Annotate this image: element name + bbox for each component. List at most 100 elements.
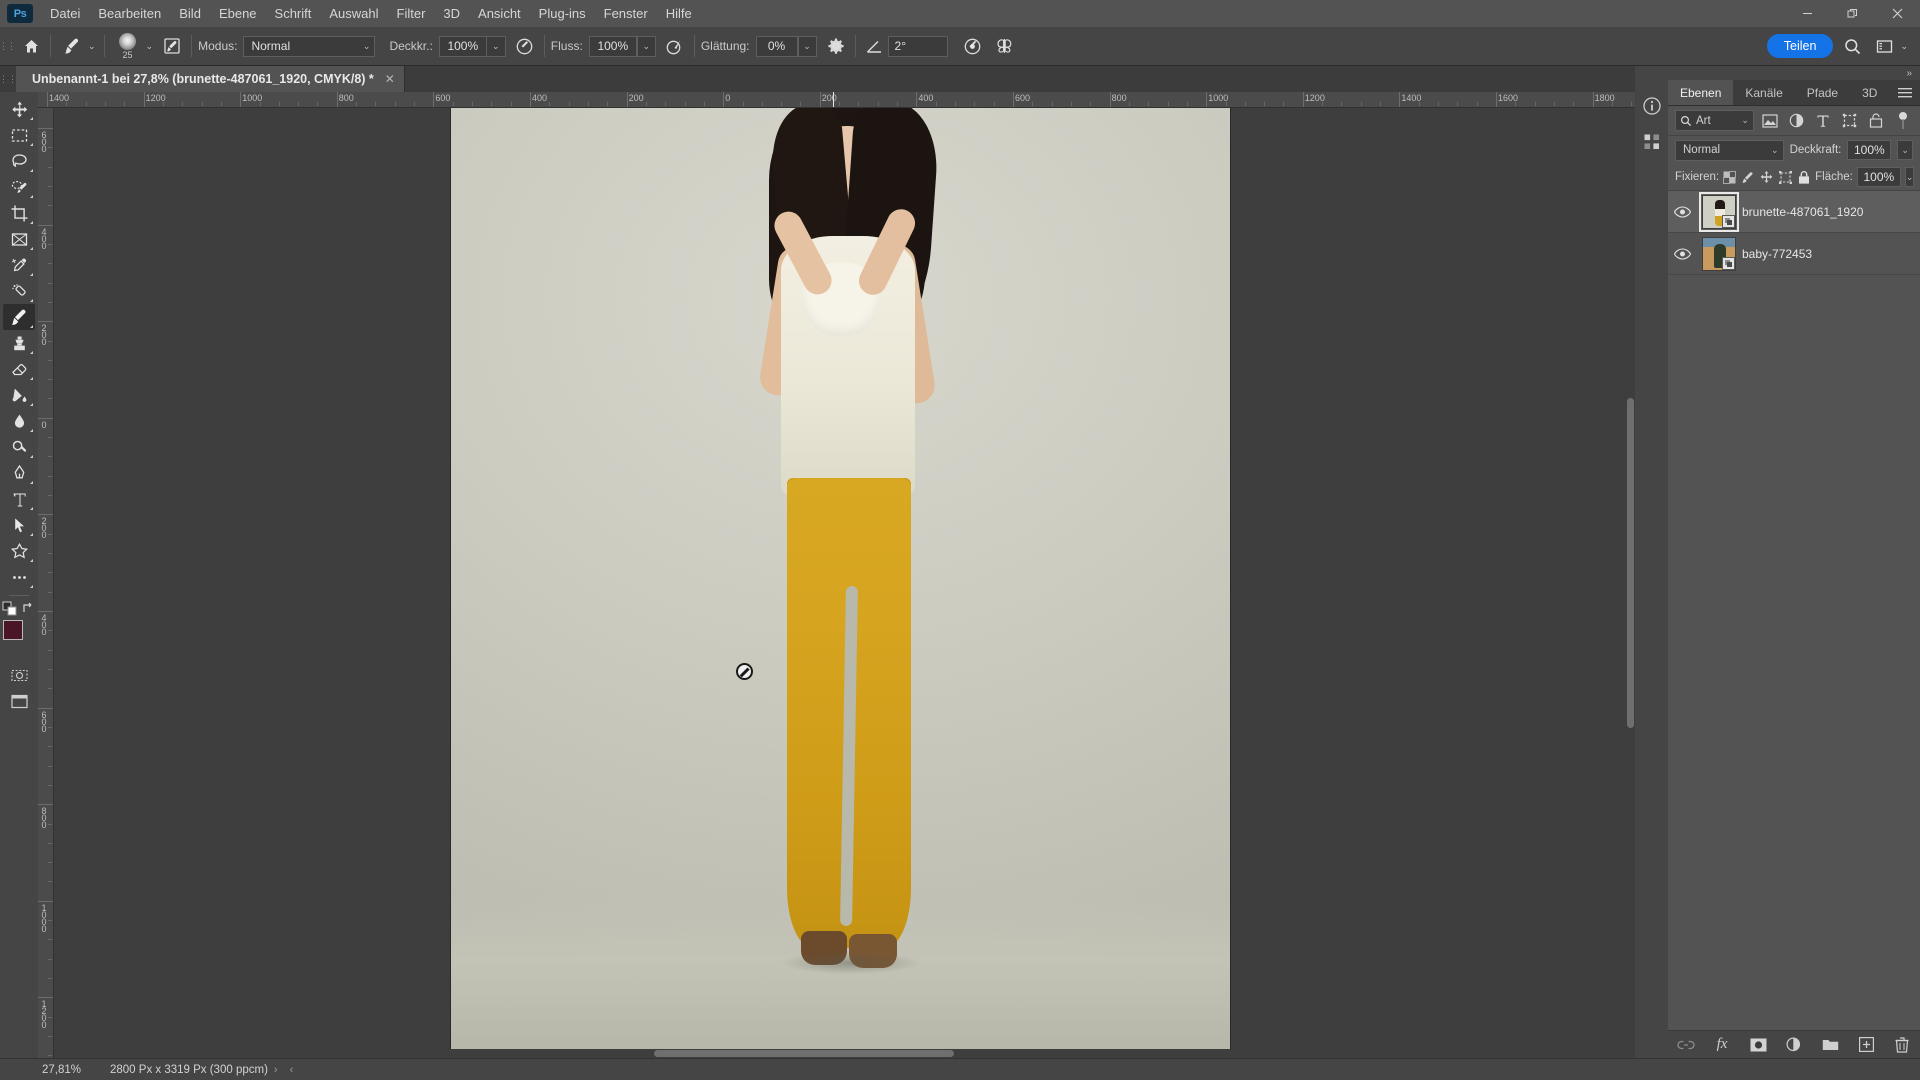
maximize-restore-button[interactable]: [1830, 0, 1875, 27]
layer-fill-input[interactable]: 100%: [1857, 167, 1901, 187]
layer-row[interactable]: brunette-487061_1920: [1668, 191, 1920, 233]
options-bar-grip[interactable]: ⋮⋮: [0, 27, 14, 66]
brush-settings-icon[interactable]: [159, 33, 185, 59]
delete-layer-icon[interactable]: [1891, 1034, 1913, 1056]
brush-tool[interactable]: [3, 304, 35, 330]
smoothing-dropdown-caret[interactable]: ⌄: [798, 36, 817, 57]
menu-item-fenster[interactable]: Fenster: [595, 2, 657, 25]
layer-opacity-input[interactable]: 100%: [1847, 140, 1891, 160]
filter-kind-dropdown[interactable]: Art ⌄: [1675, 110, 1754, 131]
menu-item-bearbeiten[interactable]: Bearbeiten: [89, 2, 170, 25]
tab-pfade[interactable]: Pfade: [1795, 80, 1850, 105]
info-panel-icon[interactable]: [1638, 92, 1666, 120]
filter-shape-icon[interactable]: [1839, 110, 1860, 132]
dock-collapse-button[interactable]: »: [1635, 66, 1920, 80]
menu-item-3d[interactable]: 3D: [434, 2, 469, 25]
menu-item-plug-ins[interactable]: Plug-ins: [530, 2, 595, 25]
menu-item-datei[interactable]: Datei: [41, 2, 89, 25]
tool-preset-caret[interactable]: ⌄: [88, 41, 96, 52]
close-button[interactable]: [1875, 0, 1920, 27]
status-collapse-icon[interactable]: ‹: [290, 1064, 294, 1076]
layer-blend-mode-dropdown[interactable]: Normal ⌄: [1675, 140, 1784, 161]
menu-item-ebene[interactable]: Ebene: [210, 2, 266, 25]
new-group-icon[interactable]: [1819, 1034, 1841, 1056]
lock-image-icon[interactable]: [1740, 167, 1755, 187]
tab-ebenen[interactable]: Ebenen: [1668, 80, 1733, 105]
blur-tool[interactable]: [3, 408, 35, 434]
default-colors-icon[interactable]: [2, 601, 17, 616]
eraser-tool[interactable]: [3, 356, 35, 382]
layer-visibility-toggle[interactable]: [1668, 248, 1696, 260]
quick-mask-icon[interactable]: [3, 662, 35, 688]
frame-tool[interactable]: [3, 226, 35, 252]
pressure-size-icon[interactable]: [960, 33, 986, 59]
canvas-horizontal-scrollbar[interactable]: [54, 1049, 1635, 1058]
menu-item-auswahl[interactable]: Auswahl: [320, 2, 387, 25]
filter-toggle-icon[interactable]: [1893, 110, 1914, 132]
tool-preset-picker[interactable]: ⌄: [57, 32, 98, 60]
new-adjustment-layer-icon[interactable]: [1783, 1034, 1805, 1056]
menu-item-schrift[interactable]: Schrift: [266, 2, 321, 25]
menu-item-filter[interactable]: Filter: [388, 2, 435, 25]
path-selection-tool[interactable]: [3, 512, 35, 538]
layer-opacity-caret[interactable]: ⌄: [1897, 140, 1913, 160]
menu-item-ansicht[interactable]: Ansicht: [469, 2, 530, 25]
clone-stamp-tool[interactable]: [3, 330, 35, 356]
add-layer-mask-icon[interactable]: [1747, 1034, 1769, 1056]
layer-style-fx-icon[interactable]: fx: [1711, 1034, 1733, 1056]
scrollbar-thumb[interactable]: [1627, 398, 1634, 728]
gear-icon[interactable]: [823, 33, 849, 59]
status-expand-icon[interactable]: ›: [274, 1064, 278, 1076]
opacity-dropdown-caret[interactable]: ⌄: [487, 36, 506, 57]
symmetry-butterfly-icon[interactable]: [992, 33, 1018, 59]
foreground-color-swatch[interactable]: [3, 620, 23, 640]
layer-row[interactable]: baby-772453: [1668, 233, 1920, 275]
canvas-area[interactable]: [54, 108, 1635, 1058]
search-icon[interactable]: [1839, 33, 1865, 59]
scrollbar-thumb[interactable]: [654, 1050, 954, 1057]
airbrush-icon[interactable]: [662, 33, 688, 59]
edit-toolbar-tool[interactable]: [3, 564, 35, 590]
lock-position-icon[interactable]: [1759, 167, 1774, 187]
new-layer-icon[interactable]: [1855, 1034, 1877, 1056]
angle-input[interactable]: 2°: [888, 36, 948, 57]
lasso-tool[interactable]: [3, 148, 35, 174]
brush-preset-caret[interactable]: ⌄: [146, 41, 154, 52]
layer-thumbnail-cell[interactable]: [1696, 195, 1742, 229]
filter-adjustment-icon[interactable]: [1786, 110, 1807, 132]
menu-item-bild[interactable]: Bild: [170, 2, 210, 25]
smoothing-input[interactable]: 0%: [756, 36, 798, 57]
swap-colors-icon[interactable]: [21, 601, 36, 616]
menu-item-hilfe[interactable]: Hilfe: [657, 2, 701, 25]
crop-tool[interactable]: [3, 200, 35, 226]
eyedropper-tool[interactable]: [3, 252, 35, 278]
layer-thumbnail[interactable]: [1702, 237, 1736, 271]
gradient-tool[interactable]: [3, 382, 35, 408]
layer-visibility-toggle[interactable]: [1668, 206, 1696, 218]
move-tool[interactable]: [3, 96, 35, 122]
filter-type-icon[interactable]: [1813, 110, 1834, 132]
color-swatches[interactable]: [3, 620, 35, 652]
flow-input[interactable]: 100%: [589, 36, 637, 57]
blend-mode-dropdown[interactable]: Normal ⌄: [243, 36, 375, 57]
layer-thumbnail-cell[interactable]: [1696, 237, 1742, 271]
pen-tool[interactable]: [3, 460, 35, 486]
brush-preset-picker[interactable]: 25 ⌄: [111, 32, 156, 60]
opacity-input[interactable]: 100%: [439, 36, 487, 57]
document-tab[interactable]: Unbenannt-1 bei 27,8% (brunette-487061_1…: [16, 66, 405, 92]
lock-transparency-icon[interactable]: [1723, 167, 1736, 187]
screen-mode-icon[interactable]: [3, 688, 35, 714]
horizontal-ruler[interactable]: 1400120010008006004002000200400600800100…: [38, 92, 1635, 108]
rectangular-marquee-tool[interactable]: [3, 122, 35, 148]
spot-healing-brush-tool[interactable]: [3, 278, 35, 304]
flow-dropdown-caret[interactable]: ⌄: [637, 36, 656, 57]
lock-artboard-icon[interactable]: [1778, 167, 1793, 187]
vertical-ruler[interactable]: 6004002000200400600800100012001400160018…: [38, 108, 54, 1058]
document-artboard[interactable]: [451, 108, 1230, 1056]
share-button[interactable]: Teilen: [1767, 34, 1834, 58]
pressure-opacity-icon[interactable]: [512, 33, 538, 59]
zoom-level[interactable]: 27,81%: [0, 1064, 110, 1076]
minimize-button[interactable]: [1785, 0, 1830, 27]
link-layers-icon[interactable]: [1675, 1034, 1697, 1056]
libraries-panel-icon[interactable]: [1638, 128, 1666, 156]
